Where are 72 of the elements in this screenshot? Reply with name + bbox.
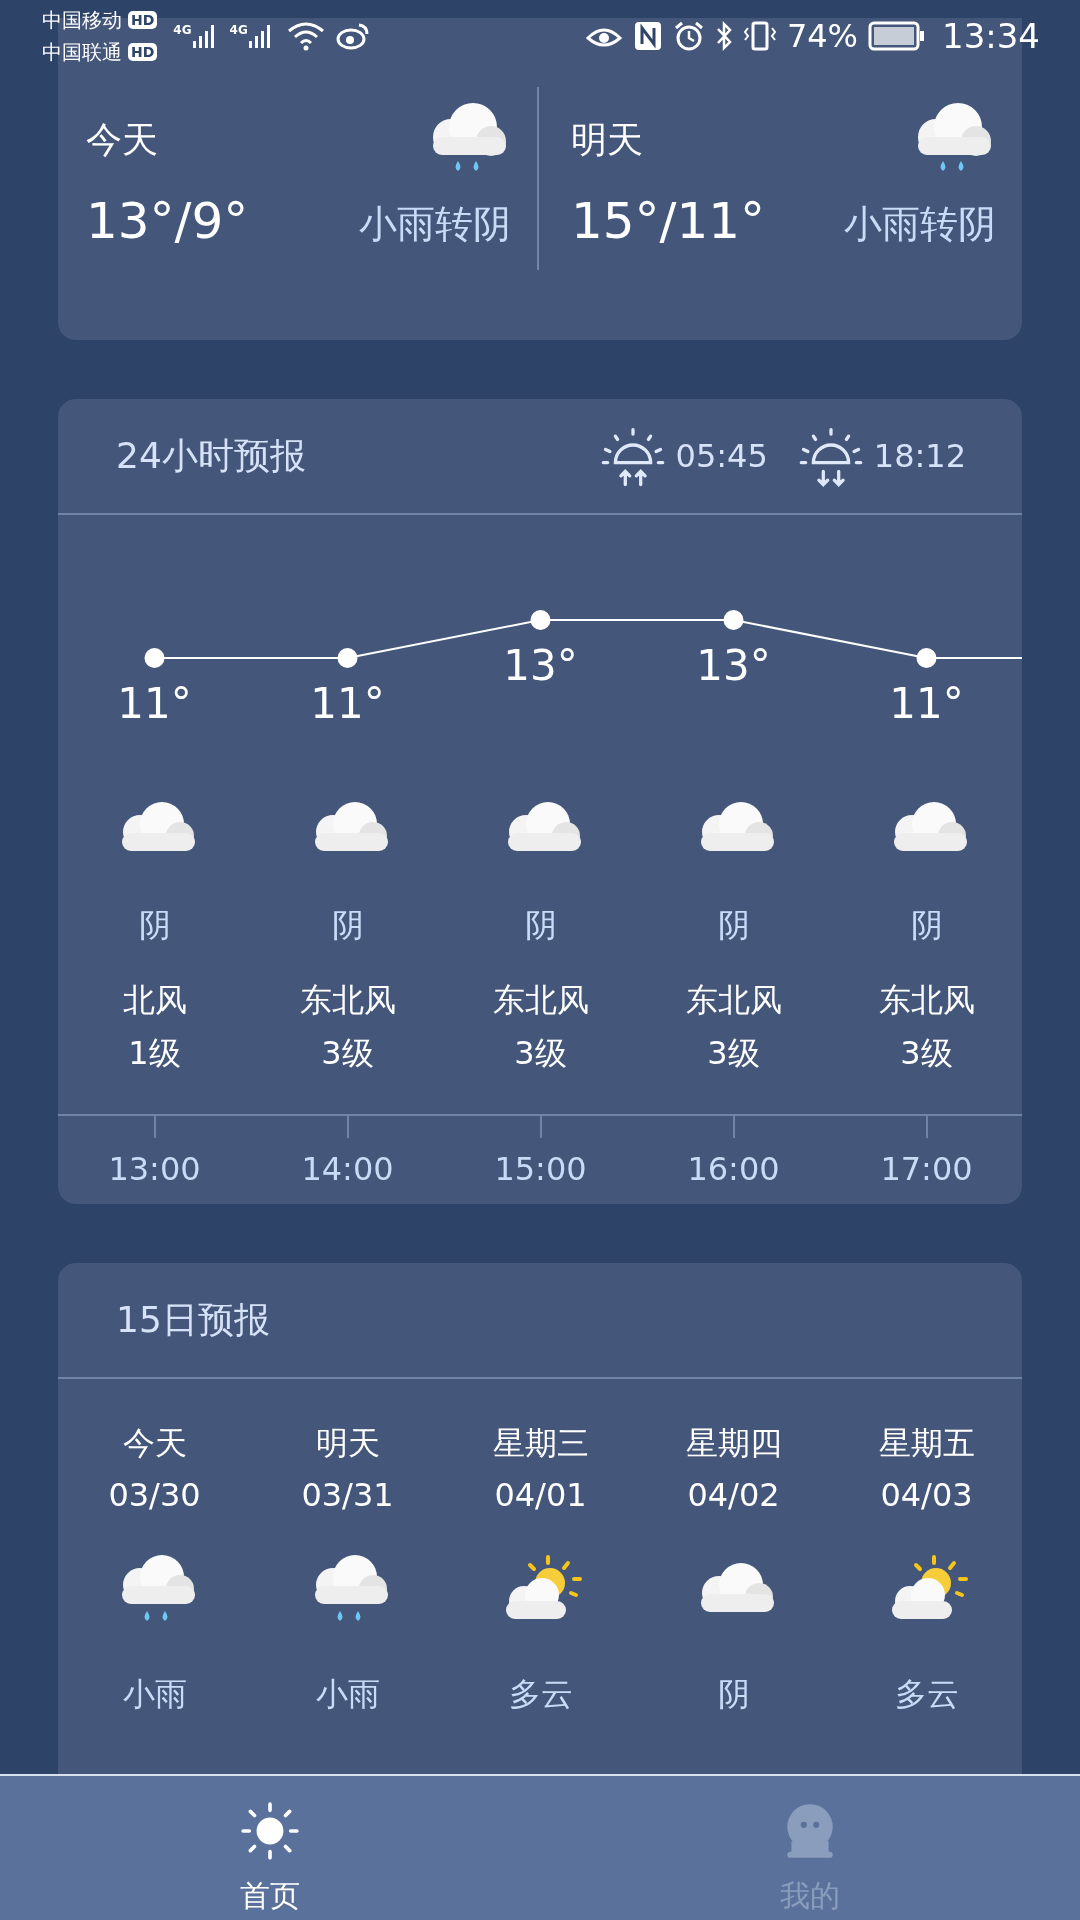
weather-condition: 阴: [138, 905, 171, 946]
hour-label: 13:00: [108, 1150, 201, 1188]
date-label: 04/03: [880, 1475, 973, 1516]
wind-level: 3级: [900, 1033, 953, 1074]
battery-percent: 74%: [786, 17, 858, 55]
hour-label: 16:00: [687, 1150, 780, 1188]
carrier-name: 中国联通: [42, 39, 122, 66]
weather-condition: 小雨转阴: [844, 201, 996, 248]
wind-direction: 东北风: [299, 980, 396, 1021]
wind-direction: 北风: [122, 980, 187, 1021]
temperature-label: 11°: [117, 679, 192, 728]
network-label: 4G: [173, 23, 192, 37]
bluetooth-icon: [714, 20, 733, 52]
day-label: 今天: [122, 1423, 187, 1464]
temperature-point: [916, 648, 937, 668]
temperature-label: 13°: [503, 641, 578, 690]
weather-condition: 小雨: [315, 1674, 380, 1715]
wind-level: 1级: [128, 1033, 181, 1074]
weibo-icon: [335, 22, 370, 50]
weather-condition: 阴: [331, 905, 364, 946]
weather-condition: 阴: [717, 905, 750, 946]
carrier-name: 中国移动: [42, 7, 122, 34]
weather-condition: 阴: [910, 905, 943, 946]
temperature-point: [530, 610, 551, 630]
clock: 13:34: [942, 16, 1040, 56]
sunset-time: 18:12: [873, 437, 966, 475]
alarm-icon: [672, 20, 705, 52]
wind-direction: 东北风: [492, 980, 589, 1021]
wifi-icon: [285, 21, 326, 51]
weather-condition: 小雨转阴: [359, 201, 511, 248]
date-label: 04/01: [494, 1475, 587, 1516]
section-title: 24小时预报: [116, 433, 306, 478]
date-label: 03/30: [108, 1475, 201, 1516]
day-label: 今天: [86, 117, 158, 162]
day-label: 星期三: [492, 1423, 589, 1464]
temperature-range: 15°/11°: [571, 192, 766, 250]
weather-condition: 阴: [524, 905, 557, 946]
temperature-label: 11°: [889, 679, 964, 728]
wind-level: 3级: [321, 1033, 374, 1074]
hd-badge: HD: [128, 11, 158, 29]
weather-condition: 阴: [717, 1674, 750, 1715]
temperature-point: [337, 648, 358, 668]
weather-condition: 小雨: [122, 1674, 187, 1715]
battery-icon: [868, 21, 926, 51]
wind-direction: 东北风: [878, 980, 975, 1021]
day-label: 明天: [571, 117, 643, 162]
date-label: 04/02: [687, 1475, 780, 1516]
wind-level: 3级: [514, 1033, 567, 1074]
vibrate-icon: [742, 20, 777, 52]
day-label: 星期四: [685, 1423, 782, 1464]
temperature-label: 13°: [696, 641, 771, 690]
hour-label: 15:00: [494, 1150, 587, 1188]
hd-badge: HD: [128, 43, 158, 61]
network-label: 4G: [229, 23, 248, 37]
section-title: 15日预报: [116, 1297, 270, 1342]
wind-level: 3级: [707, 1033, 760, 1074]
hour-label: 14:00: [301, 1150, 394, 1188]
day-label: 星期五: [878, 1423, 975, 1464]
weather-condition: 多云: [508, 1674, 573, 1715]
weather-condition: 多云: [894, 1674, 959, 1715]
day-label: 明天: [315, 1423, 380, 1464]
nav-tab[interactable]: 首页: [0, 1776, 540, 1920]
sun-icon: [239, 1800, 301, 1862]
nfc-icon: [632, 20, 663, 52]
date-label: 03/31: [301, 1475, 394, 1516]
temperature-label: 11°: [310, 679, 385, 728]
temperature-point: [723, 610, 744, 630]
temperature-range: 13°/9°: [86, 192, 249, 250]
wind-direction: 东北风: [685, 980, 782, 1021]
sunrise-time: 05:45: [675, 437, 768, 475]
hour-label: 17:00: [880, 1150, 973, 1188]
temperature-point: [144, 648, 165, 668]
